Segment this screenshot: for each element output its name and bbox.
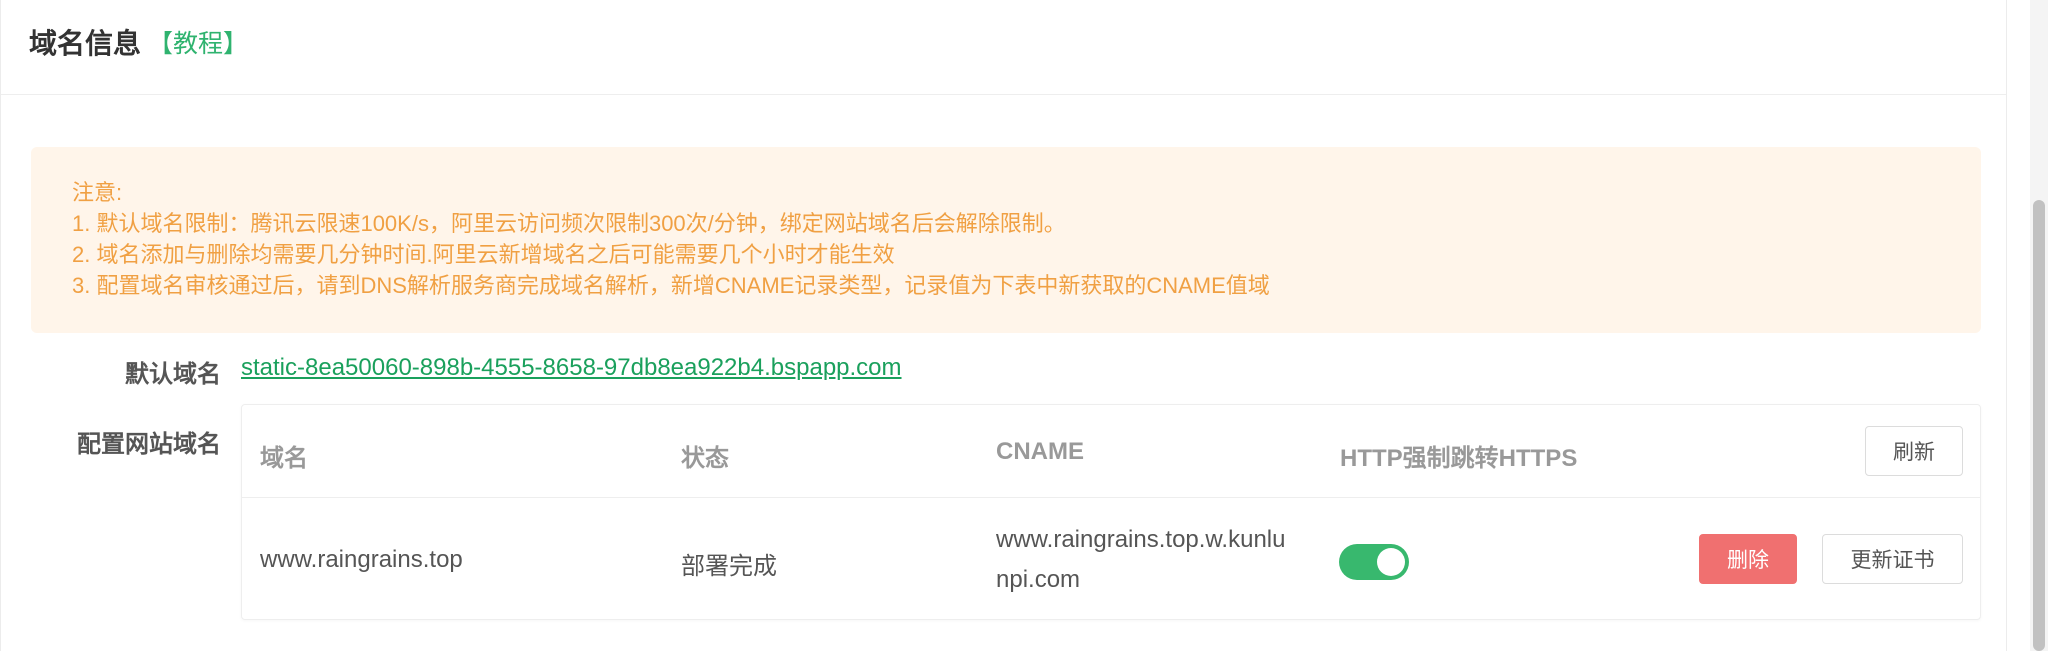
delete-button[interactable]: 删除 <box>1699 534 1797 584</box>
notice-line: 3. 配置域名审核通过后，请到DNS解析服务商完成域名解析，新增CNAME记录类… <box>72 273 1270 298</box>
scrollbar-thumb[interactable] <box>2033 200 2045 651</box>
page-title: 域名信息 <box>29 28 142 59</box>
config-domain-label: 配置网站域名 <box>77 431 221 458</box>
notice-line: 2. 域名添加与删除均需要几分钟时间.阿里云新增域名之后可能需要几个小时才能生效 <box>72 242 895 267</box>
domain-table: 域名 状态 CNAME HTTP强制跳转HTTPS 刷新 www.raingra… <box>241 404 1981 620</box>
row-cname-line2: npi.com <box>996 566 1081 593</box>
toggle-knob <box>1377 548 1405 576</box>
panel-header: 域名信息 【教程】 <box>1 0 2006 95</box>
column-header-force-https: HTTP强制跳转HTTPS <box>1340 445 1578 472</box>
table-header: 域名 状态 CNAME HTTP强制跳转HTTPS 刷新 <box>242 405 1980 498</box>
row-status: 部署完成 <box>681 553 777 580</box>
tutorial-link[interactable]: 【教程】 <box>148 24 248 60</box>
default-domain-label: 默认域名 <box>125 361 221 388</box>
refresh-button[interactable]: 刷新 <box>1865 426 1963 476</box>
force-https-toggle[interactable] <box>1339 544 1409 580</box>
row-domain: www.raingrains.top <box>260 546 463 573</box>
notice-box: 注意: 1. 默认域名限制：腾讯云限速100K/s，阿里云访问频次限制300次/… <box>31 147 1981 333</box>
column-header-domain: 域名 <box>260 445 308 472</box>
domain-info-panel: 域名信息 【教程】 注意: 1. 默认域名限制：腾讯云限速100K/s，阿里云访… <box>0 0 2007 651</box>
row-cname-line1: www.raingrains.top.w.kunlu <box>996 526 1286 553</box>
vertical-scrollbar[interactable] <box>2030 0 2048 651</box>
column-header-status: 状态 <box>681 445 729 472</box>
column-header-cname: CNAME <box>996 438 1084 465</box>
default-domain-link[interactable]: static-8ea50060-898b-4555-8658-97db8ea92… <box>241 354 902 382</box>
notice-heading: 注意: <box>72 180 123 205</box>
notice-line: 1. 默认域名限制：腾讯云限速100K/s，阿里云访问频次限制300次/分钟，绑… <box>72 211 1066 236</box>
renew-certificate-button[interactable]: 更新证书 <box>1822 534 1963 584</box>
